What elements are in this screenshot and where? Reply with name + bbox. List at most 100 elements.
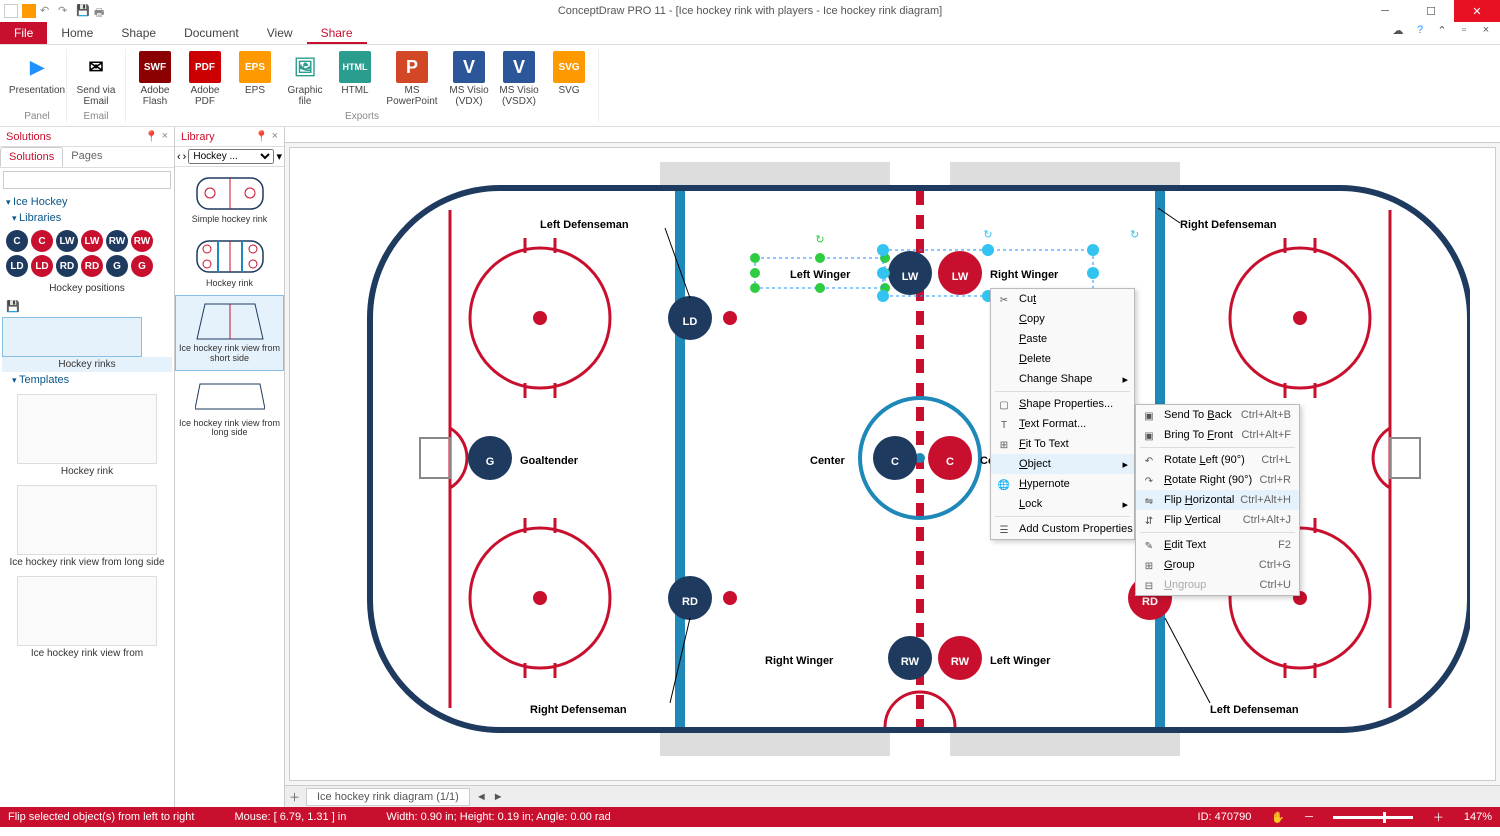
template-hockey-rink[interactable] <box>17 394 157 464</box>
visio-vdx-button[interactable]: VMS Visio (VDX) <box>446 49 492 109</box>
menu-item-lock[interactable]: Lock▸ <box>991 494 1134 514</box>
flash-button[interactable]: SWFAdobe Flash <box>132 49 178 109</box>
library-select[interactable]: Hockey ... <box>188 149 274 164</box>
window-close-icon[interactable]: × <box>1478 24 1494 40</box>
solutions-search[interactable] <box>3 171 171 189</box>
menu-item-edit-text[interactable]: ✎Edit TextF2 <box>1136 535 1299 555</box>
menu-item-rotate-right-[interactable]: ↷Rotate Right (90°)Ctrl+R <box>1136 470 1299 490</box>
tab-scroll-left-icon[interactable]: ◄ <box>476 791 487 803</box>
status-hint: Flip selected object(s) from left to rig… <box>8 811 194 823</box>
lib-pin-icon[interactable]: 📍 <box>255 130 269 143</box>
subtab-pages[interactable]: Pages <box>63 147 110 167</box>
lib-close-icon[interactable]: × <box>272 130 278 143</box>
player-G: G <box>468 436 512 480</box>
menu-item-send-to-back[interactable]: ▣Send To BackCtrl+Alt+B <box>1136 405 1299 425</box>
menu-item-text-format-[interactable]: TText Format... <box>991 414 1134 434</box>
menu-item-add-custom-properties[interactable]: ☰Add Custom Properties <box>991 519 1134 539</box>
html-button[interactable]: HTMLHTML <box>332 49 378 109</box>
maximize-button[interactable]: ☐ <box>1408 0 1454 22</box>
menu-item-cut[interactable]: ✂Cut <box>991 289 1134 309</box>
eps-button[interactable]: EPSEPS <box>232 49 278 109</box>
graphic-button[interactable]: 🖼Graphic file <box>282 49 328 109</box>
close-button[interactable]: ✕ <box>1454 0 1500 22</box>
ppt-button[interactable]: PMS PowerPoint <box>382 49 442 109</box>
tab-share[interactable]: Share <box>307 22 367 44</box>
lib-item-hockey-rink[interactable]: Hockey rink <box>175 231 284 295</box>
player-RW-navy: RW <box>888 636 932 680</box>
zoom-slider[interactable] <box>1333 816 1413 819</box>
svg-text:↻: ↻ <box>815 234 824 246</box>
page-tab[interactable]: Ice hockey rink diagram (1/1) <box>306 788 470 806</box>
menu-item-delete[interactable]: Delete <box>991 349 1134 369</box>
menu-item-bring-to-front[interactable]: ▣Bring To FrontCtrl+Alt+F <box>1136 425 1299 445</box>
presentation-button[interactable]: ▶Presentation <box>14 49 60 98</box>
lib-item-long-side[interactable]: Ice hockey rink view from long side <box>175 371 284 445</box>
save-small-icon[interactable]: 💾 <box>6 301 20 313</box>
minimize-button[interactable]: ─ <box>1362 0 1408 22</box>
cloud-icon[interactable]: ☁ <box>1390 24 1406 40</box>
tab-document[interactable]: Document <box>170 22 253 44</box>
svg-button[interactable]: SVGSVG <box>546 49 592 109</box>
drawing-canvas[interactable]: G LD RD C C LW LW RW RW RD ↻ ↻ <box>289 147 1496 781</box>
menu-item-paste[interactable]: Paste <box>991 329 1134 349</box>
menu-item-hypernote[interactable]: 🌐Hypernote <box>991 474 1134 494</box>
title-bar: ↶ ↷ 💾 🖶 ConceptDraw PRO 11 - [Ice hockey… <box>0 0 1500 22</box>
pan-tool-icon[interactable]: ✋ <box>1271 811 1285 824</box>
collapse-ribbon-icon[interactable]: ⌃ <box>1434 24 1450 40</box>
zoom-out-icon[interactable]: ─ <box>1305 811 1313 823</box>
tree-libraries[interactable]: Libraries <box>8 210 172 226</box>
tab-home[interactable]: Home <box>47 22 107 44</box>
menu-item-flip-vertical[interactable]: ⇵Flip VerticalCtrl+Alt+J <box>1136 510 1299 530</box>
hockey-rinks-thumb[interactable] <box>2 317 142 357</box>
svg-text:↻: ↻ <box>1130 229 1139 241</box>
solutions-title: Solutions <box>6 131 51 143</box>
subtab-solutions[interactable]: Solutions <box>0 147 63 167</box>
pin-icon[interactable]: 📍 <box>145 130 159 143</box>
panel-close-icon[interactable]: × <box>162 130 168 143</box>
hockey-positions-grid[interactable]: CCLWLW RWRWLDLD RDRDGG <box>2 226 172 281</box>
lib-next-icon[interactable]: › <box>183 151 187 163</box>
pdf-button[interactable]: PDFAdobe PDF <box>182 49 228 109</box>
redo-icon[interactable]: ↷ <box>58 4 72 18</box>
svg-text:Goaltender: Goaltender <box>520 455 579 467</box>
context-menu[interactable]: ✂CutCopyPasteDeleteChange Shape▸ ▢Shape P… <box>990 288 1135 540</box>
lib-item-simple-rink[interactable]: Simple hockey rink <box>175 167 284 231</box>
tab-shape[interactable]: Shape <box>107 22 170 44</box>
menu-item-rotate-left-[interactable]: ↶Rotate Left (90°)Ctrl+L <box>1136 450 1299 470</box>
tree-templates[interactable]: Templates <box>8 372 172 388</box>
menu-item-ungroup[interactable]: ⊟UngroupCtrl+U <box>1136 575 1299 595</box>
context-submenu-object[interactable]: ▣Send To BackCtrl+Alt+B▣Bring To FrontCt… <box>1135 404 1300 596</box>
svg-text:C: C <box>891 456 899 468</box>
new-icon[interactable] <box>4 4 18 18</box>
tab-scroll-right-icon[interactable]: ► <box>493 791 504 803</box>
tab-view[interactable]: View <box>253 22 307 44</box>
lib-item-short-side[interactable]: Ice hockey rink view from short side <box>175 295 284 371</box>
lib-menu-icon[interactable]: ▾ <box>276 150 282 163</box>
lib-prev-icon[interactable]: ‹ <box>177 151 181 163</box>
save-icon[interactable]: 💾 <box>76 4 90 18</box>
shield-icon[interactable] <box>22 4 36 18</box>
template-long-side[interactable] <box>17 485 157 555</box>
file-tab[interactable]: File <box>0 22 47 44</box>
send-email-button[interactable]: ✉Send via Email <box>73 49 119 109</box>
template-3[interactable] <box>17 576 157 646</box>
menu-item-change-shape[interactable]: Change Shape▸ <box>991 369 1134 389</box>
visio-vsdx-button[interactable]: VMS Visio (VSDX) <box>496 49 542 109</box>
svg-text:LW: LW <box>902 271 919 283</box>
window-restore-icon[interactable]: ▫ <box>1456 24 1472 40</box>
player-C-navy: C <box>873 436 917 480</box>
menu-item-object[interactable]: Object▸ <box>991 454 1134 474</box>
tab-add-icon[interactable]: ＋ <box>289 789 300 805</box>
zoom-value[interactable]: 147% <box>1464 811 1492 823</box>
tree-ice-hockey[interactable]: Ice Hockey <box>2 194 172 210</box>
undo-icon[interactable]: ↶ <box>40 4 54 18</box>
help-icon[interactable]: ? <box>1412 24 1428 40</box>
zoom-in-icon[interactable]: ＋ <box>1433 809 1444 825</box>
menu-item-shape-properties-[interactable]: ▢Shape Properties... <box>991 394 1134 414</box>
menu-item-fit-to-text[interactable]: ⊞Fit To Text <box>991 434 1134 454</box>
menu-item-group[interactable]: ⊞GroupCtrl+G <box>1136 555 1299 575</box>
status-dims: Width: 0.90 in; Height: 0.19 in; Angle: … <box>386 811 610 823</box>
menu-item-copy[interactable]: Copy <box>991 309 1134 329</box>
print-icon[interactable]: 🖶 <box>94 4 108 18</box>
menu-item-flip-horizontal[interactable]: ⇋Flip HorizontalCtrl+Alt+H <box>1136 490 1299 510</box>
